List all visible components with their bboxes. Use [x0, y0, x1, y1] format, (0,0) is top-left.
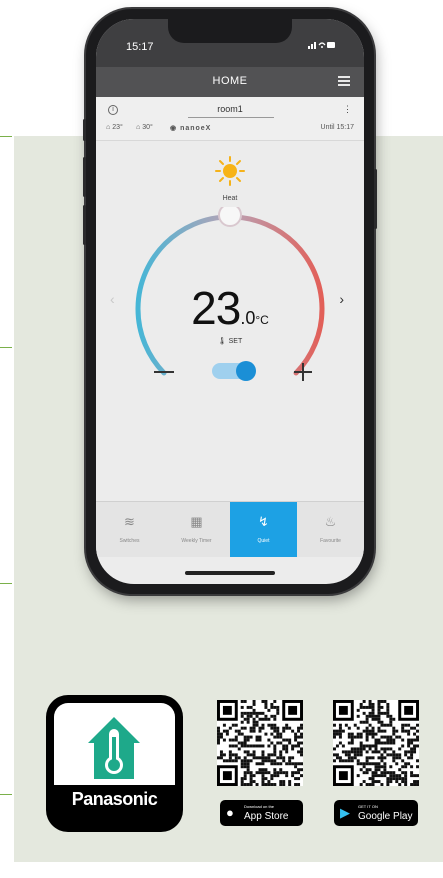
temperature-decimal: .0 — [240, 308, 256, 328]
fan-icon: ≋ — [124, 514, 135, 529]
mode-label: Heat — [222, 195, 238, 202]
home-indicator — [185, 571, 275, 575]
set-temperature: 23.0°C — [96, 281, 364, 335]
updated-time: Until 15:17 — [320, 124, 354, 131]
guide-line — [0, 794, 12, 795]
more-options-icon[interactable]: ⋮ — [343, 104, 352, 115]
panasonic-app-icon[interactable]: Panasonic — [46, 695, 183, 832]
favourite-icon: ♨ — [324, 514, 337, 529]
phone-side-button — [83, 119, 86, 141]
increase-temperature-button[interactable] — [294, 363, 312, 381]
phone-side-button — [374, 169, 377, 229]
calendar-icon: ▦ — [190, 514, 203, 529]
tab-label: Weekly Timer — [181, 538, 212, 544]
badge-big-text: App Store — [244, 811, 289, 822]
temperature-unit: °C — [255, 313, 269, 327]
google-play-qr-code — [333, 700, 419, 786]
app-brand-name: Panasonic — [71, 789, 158, 809]
guide-line — [0, 583, 12, 584]
google-play-badge[interactable]: ▶ GET IT ON Google Play — [334, 800, 418, 826]
app-store-qr-code — [217, 700, 303, 786]
quiet-icon: ↯ — [258, 514, 269, 529]
room-underline — [188, 117, 274, 118]
nav-bar: HOME — [96, 67, 364, 97]
bottom-tab-bar: ≋ Switches ▦ Weekly Timer ↯ Quiet ♨ Favo… — [96, 501, 364, 557]
room-name[interactable]: room1 — [96, 104, 364, 114]
phone-side-button — [83, 157, 86, 197]
hamburger-menu-icon[interactable] — [338, 76, 350, 86]
tab-label: Favourite — [320, 538, 341, 544]
nanoe-label: ◉ nanoeX — [170, 125, 212, 132]
house-thermometer-icon — [88, 717, 140, 779]
phone-side-button — [83, 205, 86, 245]
badge-small-text: GET IT ON — [358, 804, 378, 809]
phone-mockup: 15:17 HOME i room1 ⋮ ⌂ 23° ⌂ 30° ◉ nanoe… — [83, 9, 377, 594]
tab-label: Quiet — [257, 538, 270, 544]
notch — [168, 19, 292, 43]
tab-switches[interactable]: ≋ Switches — [96, 502, 163, 557]
badge-small-text: Download on the — [244, 804, 275, 809]
tab-quiet[interactable]: ↯ Quiet — [230, 502, 297, 557]
play-icon: ▶ — [340, 805, 350, 820]
power-toggle[interactable] — [212, 361, 256, 381]
sun-icon — [215, 156, 245, 186]
guide-line — [0, 136, 12, 137]
signal-wifi-battery-icon — [308, 40, 336, 53]
app-icon-top — [54, 703, 175, 785]
tab-label: Switches — [119, 538, 140, 544]
apple-icon: ● — [226, 805, 234, 820]
status-bar: 15:17 — [96, 19, 364, 67]
temperature-whole: 23 — [191, 282, 241, 334]
guide-line — [0, 347, 12, 348]
page-title: HOME — [212, 75, 248, 87]
decrease-temperature-button[interactable] — [154, 371, 174, 373]
phone-screen: 15:17 HOME i room1 ⋮ ⌂ 23° ⌂ 30° ◉ nanoe… — [96, 19, 364, 584]
room-info-bar: i room1 ⋮ ⌂ 23° ⌂ 30° ◉ nanoeX Until 15:… — [96, 97, 364, 141]
app-store-badge[interactable]: ● Download on the App Store — [220, 800, 303, 826]
set-label: 🌡 SET — [217, 338, 243, 345]
tab-favourite[interactable]: ♨ Favourite — [297, 502, 364, 557]
outdoor-temp: ⌂ 30° — [136, 124, 153, 131]
indoor-temp: ⌂ 23° — [106, 124, 123, 131]
toggle-knob — [236, 361, 256, 381]
status-time: 15:17 — [126, 41, 154, 53]
tab-weekly-timer[interactable]: ▦ Weekly Timer — [163, 502, 230, 557]
page: 15:17 HOME i room1 ⋮ ⌂ 23° ⌂ 30° ◉ nanoe… — [0, 0, 443, 878]
badge-big-text: Google Play — [358, 811, 413, 822]
